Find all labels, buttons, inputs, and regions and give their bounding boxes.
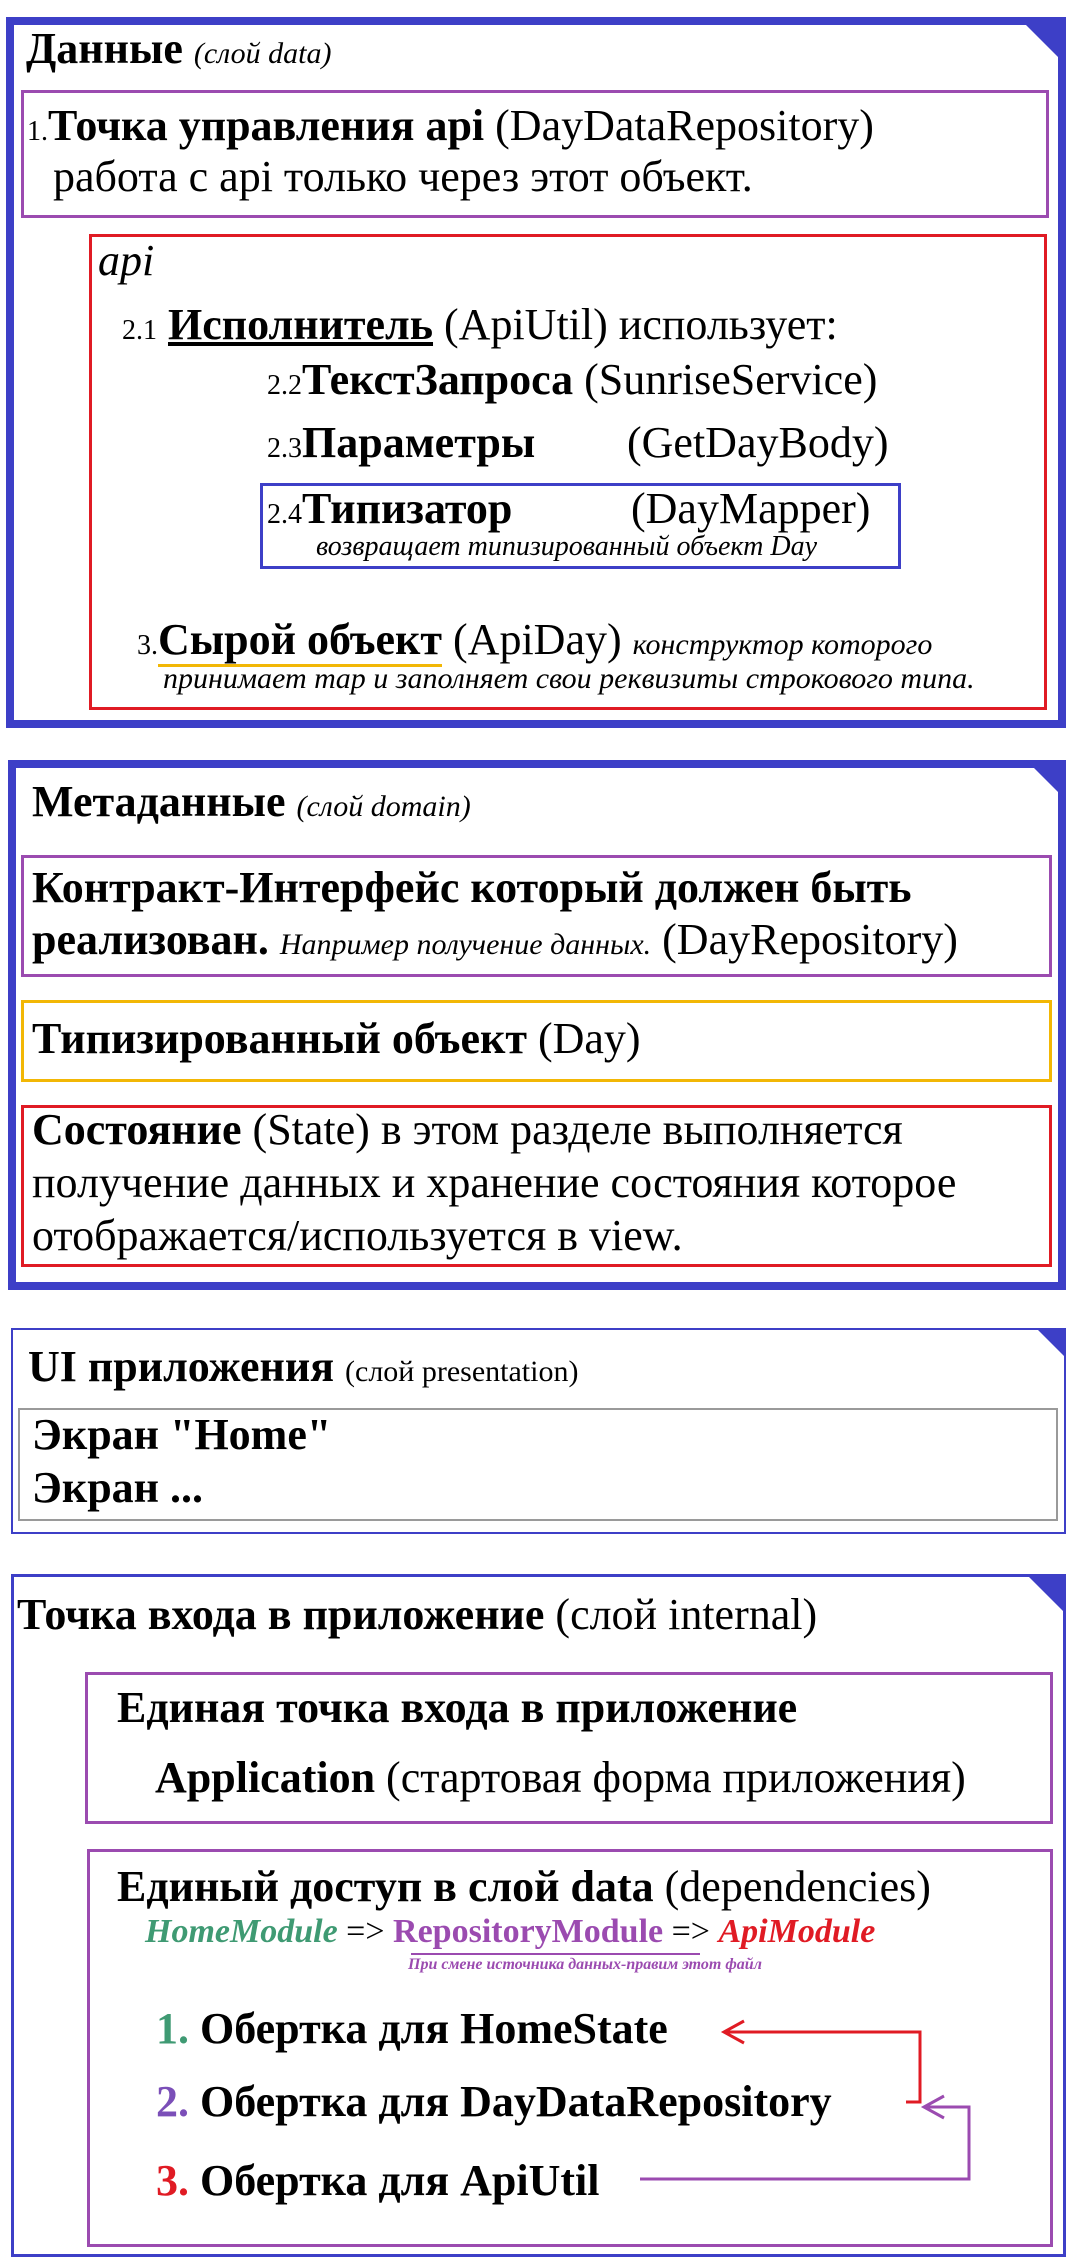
arrow-apiutil-to-repository (640, 2094, 971, 2181)
arrow-repository-to-homestate (720, 2019, 922, 2104)
dependency-arrows (640, 2019, 971, 2181)
